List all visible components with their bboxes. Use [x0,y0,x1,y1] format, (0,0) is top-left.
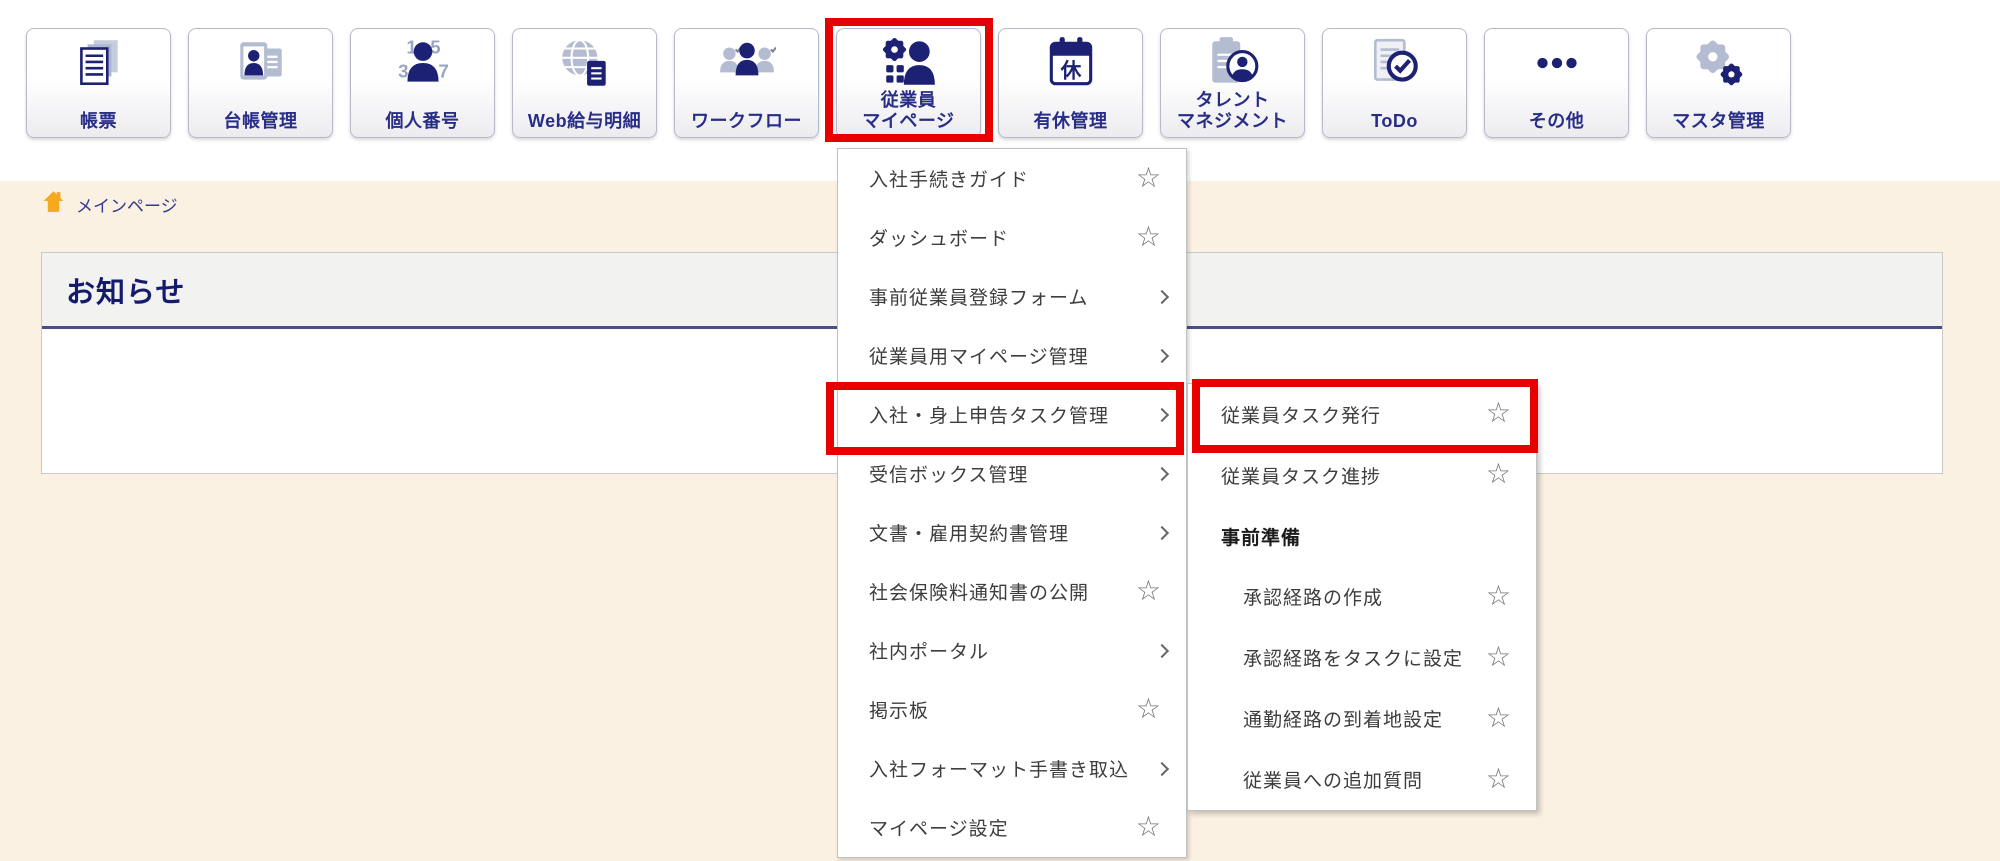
menu-item-onboarding-guide[interactable]: 入社手続きガイド ☆ [838,149,1186,208]
menu-item-label: 社内ポータル [869,637,989,664]
toolbar-button-label: 台帳管理 [189,111,332,132]
favorite-star-icon[interactable]: ☆ [1486,399,1512,427]
toolbar-button-web-payslip[interactable]: Web給与明細 [512,28,657,138]
toolbar-button-forms[interactable]: 帳票 [26,28,171,138]
employee-mypage-dropdown-menu: 入社手続きガイド☆ダッシュボード☆事前従業員登録フォーム従業員用マイページ管理入… [837,148,1187,858]
svg-text:7: 7 [438,61,448,82]
toolbar-button-label: その他 [1485,111,1628,132]
employee-mypage-icon [837,34,980,92]
menu-item-approval-route-task-setting[interactable]: 承認経路をタスクに設定 ☆ [1188,627,1536,688]
notice-panel-title: お知らせ [66,269,185,311]
toolbar-button-label: 個人番号 [351,111,494,132]
toolbar-button-employee-mypage[interactable]: 従業員マイページ [836,28,981,138]
svg-text:3: 3 [398,61,408,82]
menu-item-employee-mypage-management[interactable]: 従業員用マイページ管理 [838,326,1186,385]
chevron-right-icon [1155,525,1169,539]
favorite-star-icon[interactable]: ☆ [1136,163,1162,191]
toolbar-button-todo[interactable]: ToDo [1322,28,1467,138]
menu-item-label: 事前準備 [1221,523,1301,550]
menu-item-label: 受信ボックス管理 [869,460,1028,487]
menu-item-label: 従業員用マイページ管理 [869,342,1089,369]
menu-item-document-contract-management[interactable]: 文書・雇用契約書管理 [838,503,1186,562]
toolbar-button-ledger[interactable]: 台帳管理 [188,28,333,138]
menu-item-label: 承認経路をタスクに設定 [1243,644,1463,671]
toolbar-button-talent-management[interactable]: タレントマネジメント [1160,28,1305,138]
toolbar-button-label: 有休管理 [999,111,1142,132]
menu-item-pre-employee-registration-form[interactable]: 事前従業員登録フォーム [838,267,1186,326]
toolbar-button-label: タレントマネジメント [1161,90,1304,132]
menu-item-label: 文書・雇用契約書管理 [869,519,1069,546]
favorite-star-icon[interactable]: ☆ [1486,643,1512,671]
app-window: 帳票 台帳管理 15 37 個人番号 Web給与明細 [0,0,2000,861]
favorite-star-icon[interactable]: ☆ [1136,812,1162,840]
home-icon[interactable] [41,189,66,219]
favorite-star-icon[interactable]: ☆ [1486,460,1512,488]
master-gears-icon [1647,34,1790,92]
task-management-submenu: 従業員タスク発行☆従業員タスク進捗☆事前準備承認経路の作成☆承認経路をタスクに設… [1187,383,1537,811]
menu-item-social-insurance-notice[interactable]: 社会保険料通知書の公開 ☆ [838,562,1186,621]
menu-item-label: 従業員タスク発行 [1221,401,1381,428]
chevron-right-icon [1155,348,1169,362]
toolbar-button-label: マスタ管理 [1647,111,1790,132]
todo-check-icon [1323,34,1466,92]
menu-item-label: 承認経路の作成 [1243,583,1383,610]
favorite-star-icon[interactable]: ☆ [1136,576,1162,604]
menu-item-employee-additional-questions[interactable]: 従業員への追加質問 ☆ [1188,749,1536,810]
forms-icon [27,34,170,92]
toolbar-button-my-number[interactable]: 15 37 個人番号 [350,28,495,138]
chevron-right-icon [1155,466,1169,480]
toolbar-button-label: 従業員マイページ [837,90,980,132]
toolbar-button-label: ワークフロー [675,111,818,132]
toolbar-button-label: Web給与明細 [513,111,656,132]
leave-calendar-icon: 休 [999,34,1142,92]
workflow-icon [675,34,818,92]
menu-item-label: 入社・身上申告タスク管理 [869,401,1109,428]
chevron-right-icon [1155,643,1169,657]
menu-item-employee-task-progress[interactable]: 従業員タスク進捗 ☆ [1188,445,1536,506]
toolbar-button-workflow[interactable]: ワークフロー [674,28,819,138]
menu-item-inbox-management[interactable]: 受信ボックス管理 [838,444,1186,503]
menu-item-label: 社会保険料通知書の公開 [869,578,1089,605]
favorite-star-icon[interactable]: ☆ [1136,222,1162,250]
menu-item-label: 従業員タスク進捗 [1221,462,1381,489]
breadcrumb: メインページ [41,189,178,219]
menu-item-bulletin-board[interactable]: 掲示板 ☆ [838,680,1186,739]
menu-item-label: ダッシュボード [869,224,1009,251]
talent-icon [1161,34,1304,92]
toolbar-button-more[interactable]: その他 [1484,28,1629,138]
chevron-right-icon [1155,761,1169,775]
chevron-right-icon [1155,407,1169,421]
menu-item-employee-task-issue[interactable]: 従業員タスク発行 ☆ [1188,384,1536,445]
menu-item-label: 事前従業員登録フォーム [869,283,1088,310]
menu-item-label: マイページ設定 [869,814,1009,841]
favorite-star-icon[interactable]: ☆ [1486,764,1512,792]
ledger-icon [189,34,332,92]
menu-item-approval-route-creation[interactable]: 承認経路の作成 ☆ [1188,567,1536,628]
more-dots-icon [1485,34,1628,92]
toolbar-button-label: ToDo [1323,111,1466,132]
menu-item-preparation-header: 事前準備 [1188,506,1536,567]
chevron-right-icon [1155,289,1169,303]
favorite-star-icon[interactable]: ☆ [1486,704,1512,732]
menu-item-label: 入社手続きガイド [869,165,1029,192]
menu-item-label: 従業員への追加質問 [1243,766,1423,793]
menu-item-label: 入社フォーマット手書き取込 [869,755,1129,782]
web-payslip-icon [513,34,656,92]
menu-item-commute-route-destination[interactable]: 通勤経路の到着地設定 ☆ [1188,688,1536,749]
toolbar-button-master-management[interactable]: マスタ管理 [1646,28,1791,138]
menu-item-onboarding-report-task-management[interactable]: 入社・身上申告タスク管理 [838,385,1186,444]
menu-item-label: 掲示板 [869,696,929,723]
favorite-star-icon[interactable]: ☆ [1486,582,1512,610]
favorite-star-icon[interactable]: ☆ [1136,694,1162,722]
menu-item-label: 通勤経路の到着地設定 [1243,705,1443,732]
menu-item-onboarding-handwriting-import[interactable]: 入社フォーマット手書き取込 [838,739,1186,798]
my-number-icon: 15 37 [351,34,494,92]
menu-item-mypage-settings[interactable]: マイページ設定 ☆ [838,798,1186,857]
menu-item-dashboard[interactable]: ダッシュボード ☆ [838,208,1186,267]
svg-text:休: 休 [1059,59,1081,83]
breadcrumb-main-page-link[interactable]: メインページ [76,192,178,217]
toolbar-button-leave-management[interactable]: 休 有休管理 [998,28,1143,138]
menu-item-internal-portal[interactable]: 社内ポータル [838,621,1186,680]
toolbar-button-label: 帳票 [27,111,170,132]
